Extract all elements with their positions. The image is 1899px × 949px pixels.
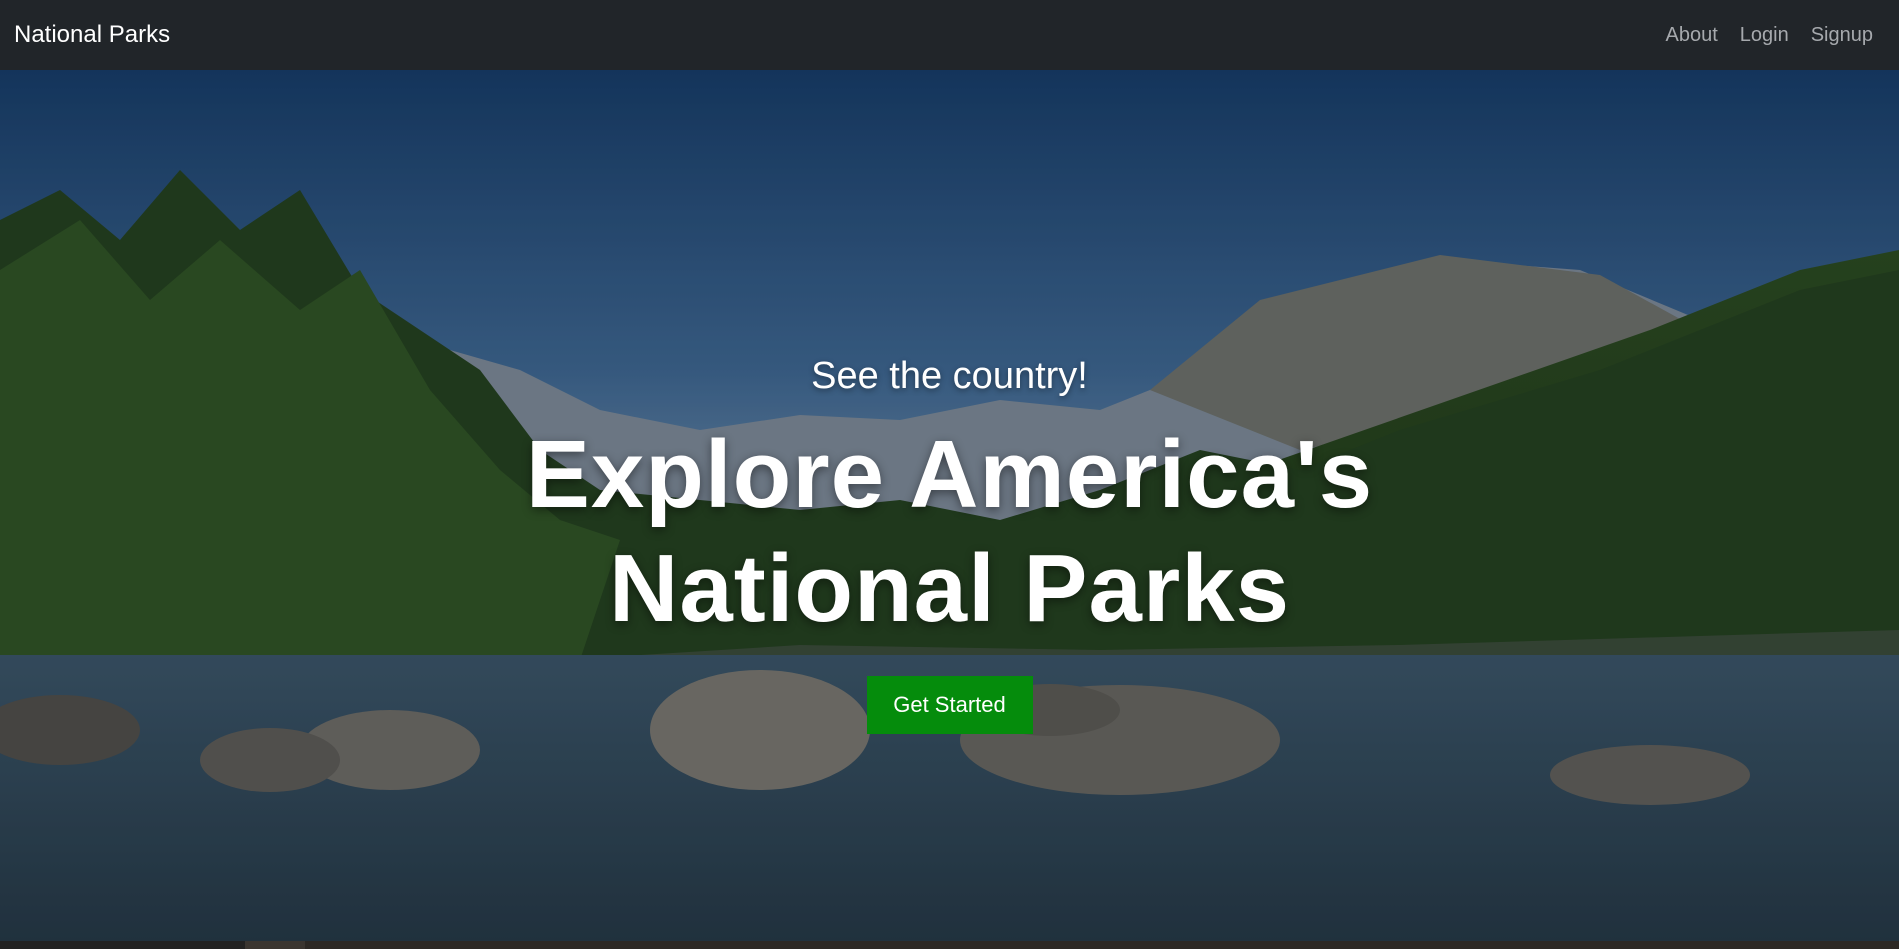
hero-section: See the country! Explore America's Natio… — [0, 70, 1899, 941]
navbar: National Parks About Login Signup — [0, 0, 1899, 70]
bottom-strip-segment — [245, 941, 305, 949]
nav-link-about[interactable]: About — [1666, 24, 1718, 47]
get-started-button[interactable]: Get Started — [866, 676, 1033, 734]
hero-title-line-2: National Parks — [609, 535, 1290, 642]
bottom-strip — [0, 941, 1899, 949]
nav-link-login[interactable]: Login — [1740, 24, 1789, 47]
nav-link-signup[interactable]: Signup — [1811, 24, 1873, 47]
brand-link[interactable]: National Parks — [14, 21, 170, 49]
hero-subtitle: See the country! — [811, 355, 1088, 397]
hero-title: Explore America's National Parks — [526, 418, 1373, 646]
hero-content: See the country! Explore America's Natio… — [0, 70, 1899, 941]
bottom-strip-segment — [305, 941, 1899, 949]
nav-links: About Login Signup — [1666, 24, 1873, 47]
hero-title-line-1: Explore America's — [525, 421, 1374, 528]
